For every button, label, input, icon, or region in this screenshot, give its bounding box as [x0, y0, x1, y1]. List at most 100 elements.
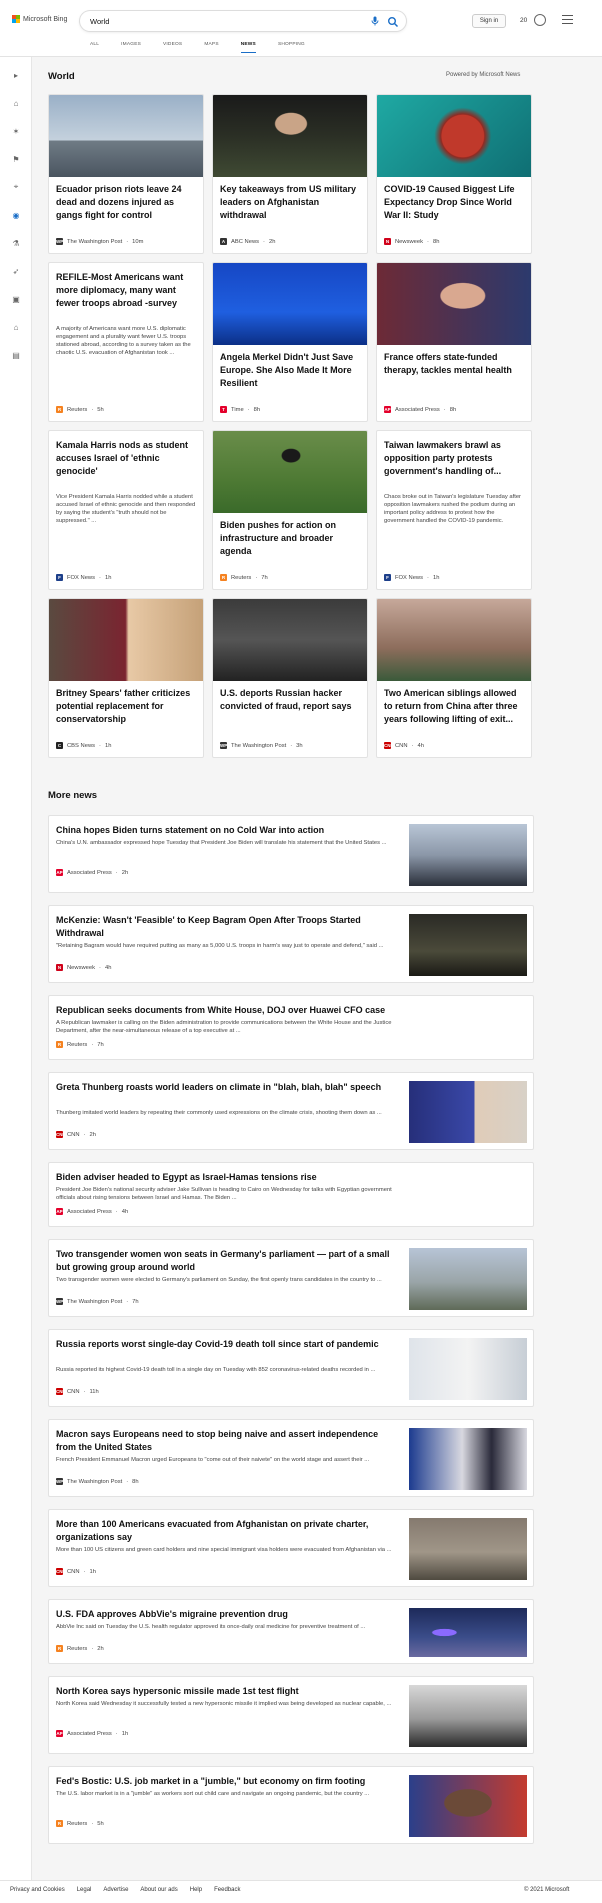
news-card-source[interactable]: F FOX News · 1h: [384, 574, 439, 581]
more-news-item-fda-abbvie[interactable]: U.S. FDA approves AbbVie's migraine prev…: [48, 1599, 534, 1664]
news-card-title[interactable]: Two American siblings allowed to return …: [384, 687, 526, 726]
more-news-thumbnail[interactable]: [409, 1518, 527, 1580]
more-news-item-china-biden[interactable]: China hopes Biden turns statement on no …: [48, 815, 534, 893]
trending-icon[interactable]: ✶: [10, 125, 22, 137]
news-card-americans-diplomacy[interactable]: REFILE-Most Americans want more diplomac…: [48, 262, 204, 422]
more-news-title[interactable]: China hopes Biden turns statement on no …: [56, 824, 396, 837]
news-card-title[interactable]: COVID-19 Caused Biggest Life Expectancy …: [384, 183, 526, 222]
news-card-title[interactable]: Britney Spears' father criticizes potent…: [56, 687, 198, 726]
rewards-icon[interactable]: [534, 14, 546, 26]
search-input[interactable]: [90, 15, 340, 27]
hamburger-menu-icon[interactable]: [562, 15, 573, 24]
more-news-item-fed-bostic[interactable]: Fed's Bostic: U.S. job market in a "jumb…: [48, 1766, 534, 1844]
news-card-source[interactable]: R Reuters · 7h: [220, 574, 268, 581]
rewards-points[interactable]: 20: [520, 17, 527, 24]
news-card-source[interactable]: WP The Washington Post · 10m: [56, 238, 143, 245]
more-news-item-greta-thunberg[interactable]: Greta Thunberg roasts world leaders on c…: [48, 1072, 534, 1150]
news-card-image[interactable]: [213, 263, 367, 345]
footer-link-help[interactable]: Help: [190, 1887, 202, 1893]
tab-shopping[interactable]: SHOPPING: [278, 42, 305, 53]
more-news-source[interactable]: WP The Washington Post · 7h: [56, 1298, 139, 1305]
news-card-title[interactable]: Angela Merkel Didn't Just Save Europe. S…: [220, 351, 362, 390]
more-news-thumbnail[interactable]: [409, 1248, 527, 1310]
money-icon[interactable]: ▤: [10, 349, 22, 361]
more-news-source[interactable]: R Reuters · 2h: [56, 1645, 104, 1652]
news-card-source[interactable]: C CBS News · 1h: [56, 742, 111, 749]
more-news-title[interactable]: More than 100 Americans evacuated from A…: [56, 1518, 396, 1544]
news-card-source[interactable]: F FOX News · 1h: [56, 574, 111, 581]
news-card-title[interactable]: Taiwan lawmakers brawl as opposition par…: [384, 439, 526, 478]
news-card-image[interactable]: [213, 95, 367, 177]
microphone-icon[interactable]: [370, 16, 380, 26]
footer-link-privacy[interactable]: Privacy and Cookies: [10, 1887, 65, 1893]
bing-logo[interactable]: Microsoft Bing: [12, 15, 67, 23]
tab-videos[interactable]: VIDEOS: [163, 42, 182, 53]
more-news-thumbnail[interactable]: [409, 1081, 527, 1143]
news-card-source[interactable]: A ABC News · 2h: [220, 238, 275, 245]
news-card-image[interactable]: [377, 599, 531, 681]
tab-news[interactable]: NEWS: [240, 42, 256, 53]
more-news-title[interactable]: Greta Thunberg roasts world leaders on c…: [56, 1081, 396, 1094]
news-card-angela-merkel[interactable]: Angela Merkel Didn't Just Save Europe. S…: [212, 262, 368, 422]
news-card-source[interactable]: T Time · 8h: [220, 406, 260, 413]
news-card-france-therapy[interactable]: France offers state-funded therapy, tack…: [376, 262, 532, 422]
more-news-item-transgender-bundestag[interactable]: Two transgender women won seats in Germa…: [48, 1239, 534, 1317]
flag-icon[interactable]: ⚑: [10, 153, 22, 165]
news-card-kamala-harris[interactable]: Kamala Harris nods as student accuses Is…: [48, 430, 204, 590]
more-news-item-macron-europeans[interactable]: Macron says Europeans need to stop being…: [48, 1419, 534, 1497]
more-news-thumbnail[interactable]: [409, 1428, 527, 1490]
more-news-source[interactable]: CNN CNN · 11h: [56, 1388, 99, 1395]
news-card-source[interactable]: CNN CNN · 4h: [384, 742, 424, 749]
more-news-item-americans-evacuated[interactable]: More than 100 Americans evacuated from A…: [48, 1509, 534, 1587]
news-card-image[interactable]: [213, 431, 367, 513]
more-news-title[interactable]: U.S. FDA approves AbbVie's migraine prev…: [56, 1608, 396, 1621]
news-card-ecuador-prison[interactable]: Ecuador prison riots leave 24 dead and d…: [48, 94, 204, 254]
more-news-thumbnail[interactable]: [409, 1338, 527, 1400]
news-card-covid-life-expectancy[interactable]: COVID-19 Caused Biggest Life Expectancy …: [376, 94, 532, 254]
more-news-source[interactable]: WP The Washington Post · 8h: [56, 1478, 139, 1485]
news-card-image[interactable]: [213, 599, 367, 681]
more-news-source[interactable]: AP Associated Press · 1h: [56, 1730, 128, 1737]
news-card-title[interactable]: Ecuador prison riots leave 24 dead and d…: [56, 183, 198, 222]
footer-link-advertise[interactable]: Advertise: [103, 1887, 128, 1893]
science-icon[interactable]: ⚗: [10, 237, 22, 249]
news-card-source[interactable]: R Reuters · 5h: [56, 406, 104, 413]
politics-icon[interactable]: ⌂: [10, 321, 22, 333]
more-news-item-mckenzie-bagram[interactable]: McKenzie: Wasn't 'Feasible' to Keep Bagr…: [48, 905, 534, 983]
news-card-britney-spears-father[interactable]: Britney Spears' father criticizes potent…: [48, 598, 204, 758]
more-news-thumbnail[interactable]: [409, 914, 527, 976]
more-news-thumbnail[interactable]: [409, 824, 527, 886]
tab-maps[interactable]: MAPS: [204, 42, 218, 53]
more-news-source[interactable]: AP Associated Press · 4h: [56, 1208, 128, 1215]
footer-link-legal[interactable]: Legal: [77, 1887, 92, 1893]
more-news-title[interactable]: Russia reports worst single-day Covid-19…: [56, 1338, 396, 1351]
news-card-image[interactable]: [49, 599, 203, 681]
more-news-title[interactable]: Biden adviser headed to Egypt as Israel-…: [56, 1171, 396, 1184]
tab-images[interactable]: IMAGES: [121, 42, 141, 53]
more-news-title[interactable]: North Korea says hypersonic missile made…: [56, 1685, 396, 1698]
news-card-source[interactable]: AP Associated Press · 8h: [384, 406, 456, 413]
sign-in-button[interactable]: Sign in: [472, 14, 506, 28]
rocket-icon[interactable]: ➶: [10, 265, 22, 277]
more-news-title[interactable]: Two transgender women won seats in Germa…: [56, 1248, 396, 1274]
news-card-title[interactable]: Key takeaways from US military leaders o…: [220, 183, 362, 222]
tab-all[interactable]: ALL: [90, 42, 99, 53]
news-card-military-leaders[interactable]: Key takeaways from US military leaders o…: [212, 94, 368, 254]
search-icon[interactable]: [387, 15, 399, 28]
news-card-source[interactable]: N Newsweek · 8h: [384, 238, 439, 245]
footer-link-feedback[interactable]: Feedback: [214, 1887, 240, 1893]
more-news-title[interactable]: Macron says Europeans need to stop being…: [56, 1428, 396, 1454]
more-news-item-russia-covid-toll[interactable]: Russia reports worst single-day Covid-19…: [48, 1329, 534, 1407]
news-card-russian-hacker[interactable]: U.S. deports Russian hacker convicted of…: [212, 598, 368, 758]
location-pin-icon[interactable]: ⌖: [10, 181, 22, 193]
news-card-image[interactable]: [49, 95, 203, 177]
more-news-title[interactable]: McKenzie: Wasn't 'Feasible' to Keep Bagr…: [56, 914, 396, 940]
more-news-thumbnail[interactable]: [409, 1608, 527, 1657]
expand-icon[interactable]: ▸: [10, 69, 22, 81]
news-card-american-siblings[interactable]: Two American siblings allowed to return …: [376, 598, 532, 758]
more-news-thumbnail[interactable]: [409, 1685, 527, 1747]
news-card-title[interactable]: France offers state-funded therapy, tack…: [384, 351, 526, 377]
more-news-source[interactable]: R Reuters · 5h: [56, 1820, 104, 1827]
more-news-source[interactable]: CNN CNN · 1h: [56, 1568, 96, 1575]
news-card-image[interactable]: [377, 95, 531, 177]
